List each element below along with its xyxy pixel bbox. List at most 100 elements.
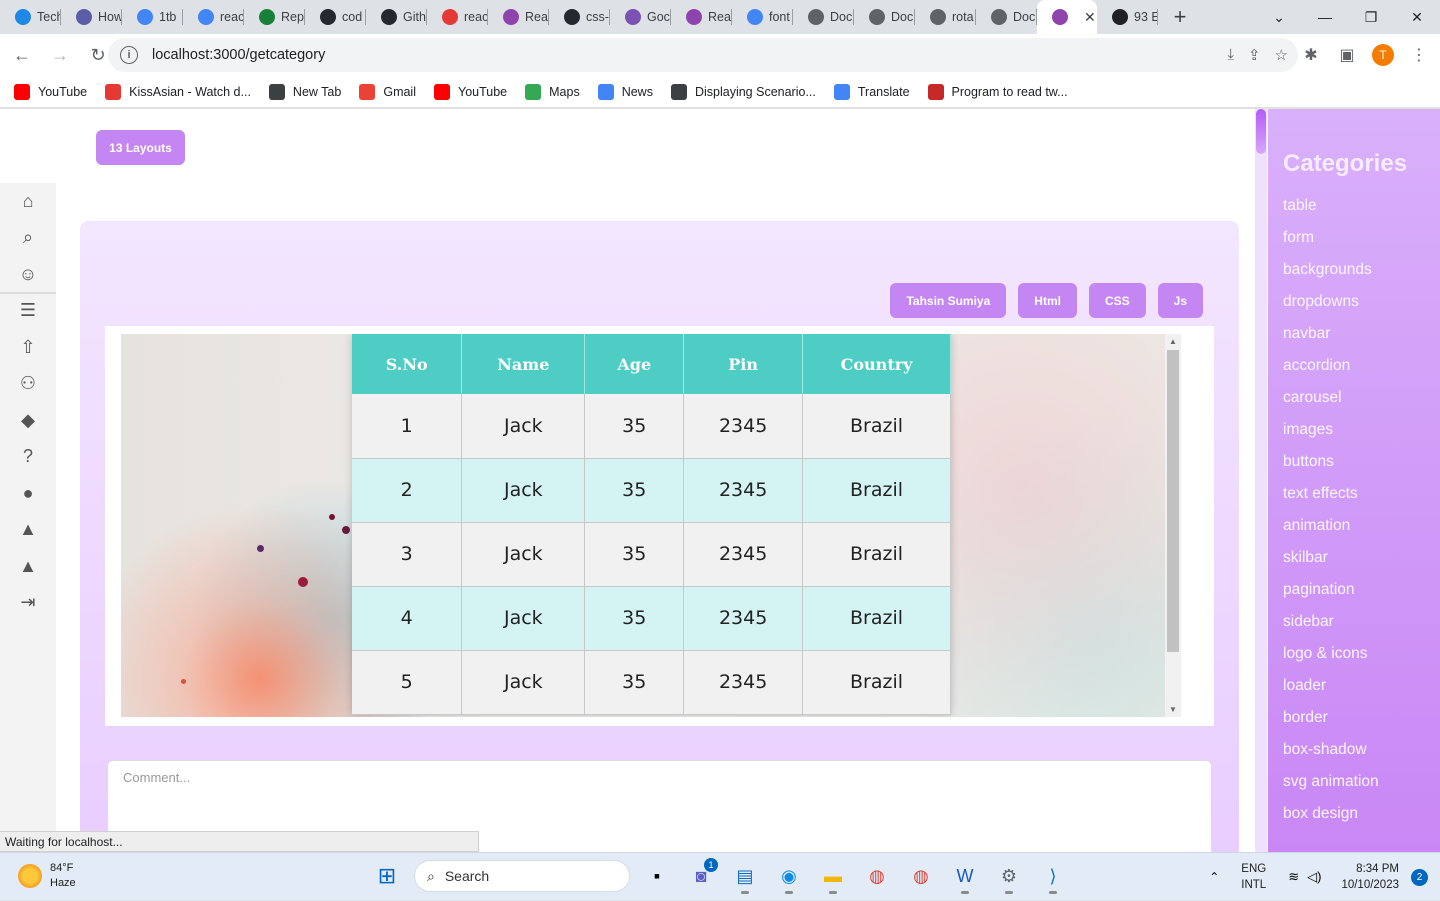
category-link[interactable]: buttons [1283, 446, 1440, 478]
address-bar[interactable]: i localhost:3000/getcategory ⤓ ⇪ ☆ [108, 38, 1298, 72]
restore-button[interactable]: ❐ [1348, 0, 1394, 34]
extensions-icon[interactable]: ✱ [1300, 39, 1322, 71]
edge-icon[interactable]: ◉ [772, 858, 806, 894]
html-button[interactable]: Html [1018, 283, 1077, 318]
forward-button[interactable]: → [44, 39, 76, 71]
css-button[interactable]: CSS [1088, 283, 1146, 318]
browser-tab[interactable]: reac [183, 0, 244, 34]
bookmark-item[interactable]: Displaying Scenario... [670, 83, 816, 100]
chrome-profile-icon[interactable]: ◍ [904, 858, 938, 894]
category-link[interactable]: svg animation [1283, 766, 1440, 798]
close-window-button[interactable]: ✕ [1394, 0, 1440, 34]
bookmark-star-icon[interactable]: ☆ [1275, 46, 1288, 64]
bookmark-item[interactable]: KissAsian - Watch d... [105, 83, 251, 100]
bookmark-item[interactable]: YouTube [434, 83, 507, 100]
notepad-icon[interactable]: ▤ [728, 858, 762, 894]
logout-icon[interactable]: ⇥ [0, 585, 56, 622]
menu-icon[interactable]: ⋮ [1408, 39, 1430, 71]
bookmark-item[interactable]: Gmail [359, 83, 416, 100]
browser-tab[interactable]: How [61, 0, 122, 34]
site-info-icon[interactable]: i [120, 46, 138, 64]
side-panel-icon[interactable]: ▣ [1336, 39, 1358, 71]
bell-icon[interactable]: ▲ [0, 512, 56, 549]
bookmark-item[interactable]: Translate [833, 83, 910, 100]
bookmark-item[interactable]: Program to read tw... [927, 83, 1068, 100]
browser-tab[interactable]: Doc [976, 0, 1037, 34]
browser-tab[interactable]: Rea [488, 0, 549, 34]
bell-icon-2[interactable]: ▲ [0, 548, 56, 585]
profile-card-icon[interactable]: ☺ [0, 256, 56, 293]
browser-tab[interactable]: css- [549, 0, 610, 34]
browser-tab[interactable]: 93 E [1097, 0, 1158, 34]
share-icon[interactable]: ⇪ [1248, 46, 1261, 64]
js-button[interactable]: Js [1157, 283, 1203, 318]
settings-icon[interactable]: ⚙ [992, 858, 1026, 894]
bookmark-item[interactable]: New Tab [268, 83, 341, 100]
language-indicator[interactable]: ENG INTL [1241, 861, 1266, 893]
browser-tab[interactable]: font [732, 0, 793, 34]
category-link[interactable]: border [1283, 702, 1440, 734]
category-link[interactable]: dropdowns [1283, 286, 1440, 318]
windows-start-icon[interactable]: ⊞ [370, 858, 404, 894]
browser-tab[interactable]: ✕ [1037, 0, 1097, 34]
category-link[interactable]: text effects [1283, 478, 1440, 510]
preview-frame[interactable]: S.No Name Age Pin Country 1 Jack 35 2345 Bra… [121, 334, 1181, 717]
category-link[interactable]: skilbar [1283, 542, 1440, 574]
users-icon[interactable]: ⚇ [0, 366, 56, 403]
bookmark-item[interactable]: News [597, 83, 653, 100]
taskbar-search[interactable]: ⌕ Search [414, 860, 630, 892]
tab-search-icon[interactable]: ⌄ [1256, 0, 1302, 34]
file-explorer-icon[interactable]: ▬ [816, 858, 850, 894]
bookmark-item[interactable]: YouTube [14, 83, 87, 100]
page-scroll-thumb[interactable] [1256, 109, 1266, 154]
profile-avatar[interactable]: T [1372, 44, 1394, 66]
user-icon[interactable]: ● [0, 475, 56, 512]
home-icon[interactable]: ⌂ [0, 183, 56, 220]
question-icon[interactable]: ? [0, 439, 56, 476]
category-link[interactable]: form [1283, 222, 1440, 254]
layouts-count-button[interactable]: 13 Layouts [96, 130, 185, 165]
scroll-thumb[interactable] [1167, 350, 1179, 652]
browser-tab[interactable]: cod [305, 0, 366, 34]
browser-tab[interactable]: rota [915, 0, 976, 34]
category-link[interactable]: backgrounds [1283, 254, 1440, 286]
browser-tab[interactable]: Rep [244, 0, 305, 34]
scroll-up-arrow[interactable]: ▲ [1169, 337, 1177, 346]
search-icon[interactable]: ⌕ [0, 220, 56, 257]
vscode-icon[interactable]: ⟩ [1036, 858, 1070, 894]
notification-badge[interactable]: 2 [1411, 868, 1428, 886]
list-icon[interactable]: ☰ [0, 293, 56, 330]
browser-tab[interactable]: Doc [793, 0, 854, 34]
word-icon[interactable]: W [948, 858, 982, 894]
category-link[interactable]: box-shadow [1283, 734, 1440, 766]
browser-tab[interactable]: reac [427, 0, 488, 34]
category-link[interactable]: images [1283, 414, 1440, 446]
clock[interactable]: 8:34 PM 10/10/2023 [1341, 861, 1399, 893]
help-filled-icon[interactable]: ◆ [0, 402, 56, 439]
back-button[interactable]: ← [6, 39, 38, 71]
category-link[interactable]: box design [1283, 798, 1440, 830]
category-link[interactable]: animation [1283, 510, 1440, 542]
teams-icon[interactable]: ◙ 1 [684, 858, 718, 894]
task-view-icon[interactable]: ▪ [640, 858, 674, 894]
chevron-up-icon[interactable]: ⌃ [1209, 870, 1219, 884]
url-text[interactable]: localhost:3000/getcategory [152, 47, 325, 63]
browser-tab[interactable]: Tech [0, 0, 61, 34]
browser-tab[interactable]: Rea [671, 0, 732, 34]
category-link[interactable]: table [1283, 190, 1440, 222]
bookmark-item[interactable]: Maps [525, 83, 580, 100]
category-link[interactable]: logo & icons [1283, 638, 1440, 670]
browser-tab[interactable]: 1tb [122, 0, 183, 34]
upload-icon[interactable]: ⇧ [0, 329, 56, 366]
scroll-down-arrow[interactable]: ▼ [1169, 705, 1177, 714]
category-link[interactable]: pagination [1283, 574, 1440, 606]
browser-tab[interactable]: Doc [854, 0, 915, 34]
category-link[interactable]: sidebar [1283, 606, 1440, 638]
minimize-button[interactable]: — [1302, 0, 1348, 34]
category-link[interactable]: carousel [1283, 382, 1440, 414]
wifi-icon[interactable]: ≋ [1288, 869, 1299, 885]
page-scrollbar[interactable] [1255, 109, 1267, 852]
tab-close-icon[interactable]: ✕ [1084, 9, 1096, 26]
author-button[interactable]: Tahsin Sumiya [890, 283, 1007, 318]
new-tab-button[interactable]: + [1166, 3, 1194, 31]
